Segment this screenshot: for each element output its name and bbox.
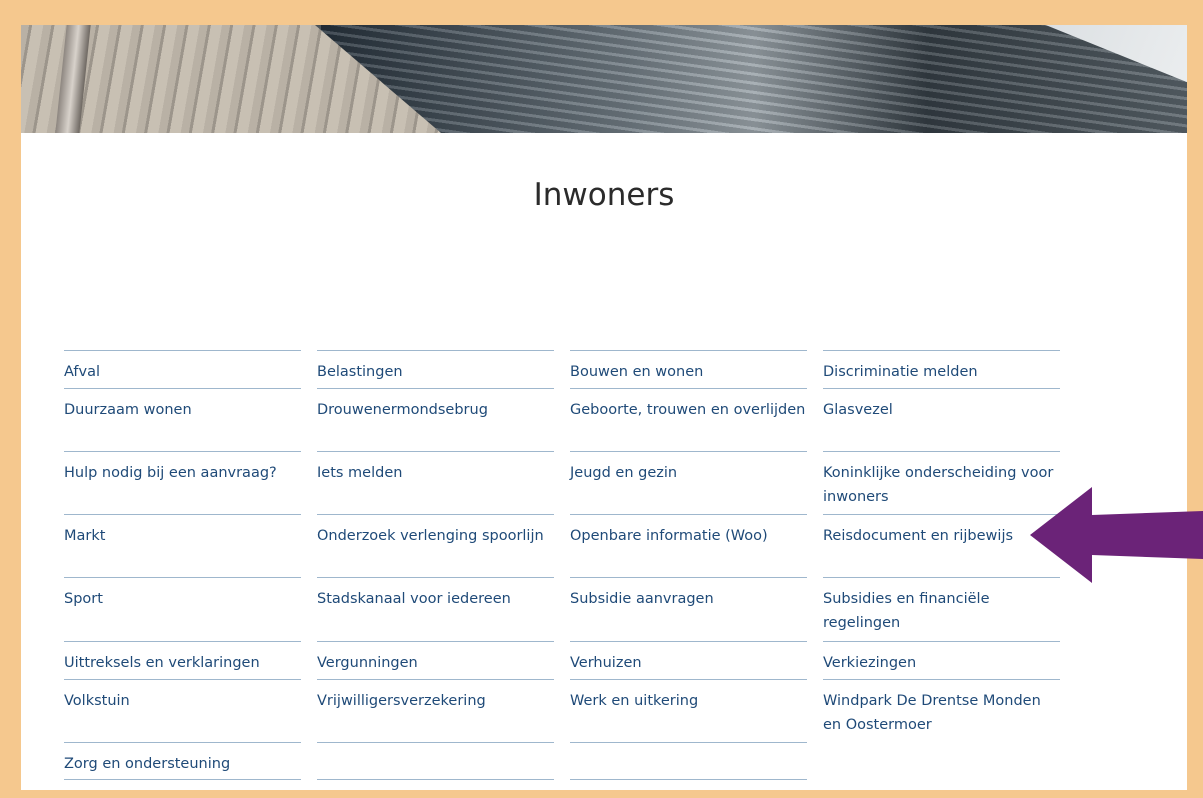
link-uittreksels-en-verklaringen[interactable]: Uittreksels en verklaringen xyxy=(64,651,301,675)
link-cell: Werk en uitkering xyxy=(570,679,807,742)
link-cell: Bouwen en wonen xyxy=(570,350,807,388)
link-cell-empty xyxy=(570,742,807,780)
link-cell: Vergunningen xyxy=(317,641,554,679)
link-cell: Verkiezingen xyxy=(823,641,1060,679)
link-cell: Drouwenermondsebrug xyxy=(317,388,554,451)
page-content: Inwoners Afval Belastingen Bouwen en won… xyxy=(21,25,1187,790)
link-windpark-drentse-monden[interactable]: Windpark De Drentse Monden en Oostermoer xyxy=(823,689,1060,737)
link-duurzaam-wonen[interactable]: Duurzaam wonen xyxy=(64,398,301,422)
link-cell: Discriminatie melden xyxy=(823,350,1060,388)
link-bouwen-en-wonen[interactable]: Bouwen en wonen xyxy=(570,360,807,384)
link-iets-melden[interactable]: Iets melden xyxy=(317,461,554,485)
topic-link-grid: Afval Belastingen Bouwen en wonen Discri… xyxy=(64,350,1084,780)
link-onderzoek-verlenging-spoorlijn[interactable]: Onderzoek verlenging spoorlijn xyxy=(317,524,554,548)
link-cell: Geboorte, trouwen en overlijden xyxy=(570,388,807,451)
link-row: Uittreksels en verklaringen Vergunningen… xyxy=(64,641,1084,679)
link-cell: Uittreksels en verklaringen xyxy=(64,641,301,679)
link-jeugd-en-gezin[interactable]: Jeugd en gezin xyxy=(570,461,807,485)
link-reisdocument-en-rijbewijs[interactable]: Reisdocument en rijbewijs xyxy=(823,524,1060,548)
link-koninklijke-onderscheiding[interactable]: Koninklijke onderscheiding voor inwoners xyxy=(823,461,1060,509)
link-glasvezel[interactable]: Glasvezel xyxy=(823,398,1060,422)
link-cell: Sport xyxy=(64,577,301,641)
link-vrijwilligersverzekering[interactable]: Vrijwilligersverzekering xyxy=(317,689,554,713)
link-cell: Volkstuin xyxy=(64,679,301,742)
link-afval[interactable]: Afval xyxy=(64,360,301,384)
link-volkstuin[interactable]: Volkstuin xyxy=(64,689,301,713)
link-sport[interactable]: Sport xyxy=(64,587,301,611)
link-hulp-nodig[interactable]: Hulp nodig bij een aanvraag? xyxy=(64,461,301,485)
link-cell: Glasvezel xyxy=(823,388,1060,451)
link-row: Duurzaam wonen Drouwenermondsebrug Geboo… xyxy=(64,388,1084,451)
link-cell: Duurzaam wonen xyxy=(64,388,301,451)
link-cell-empty xyxy=(823,742,1060,780)
hero-image xyxy=(21,25,1187,133)
link-cell: Subsidie aanvragen xyxy=(570,577,807,641)
link-werk-en-uitkering[interactable]: Werk en uitkering xyxy=(570,689,807,713)
link-cell: Stadskanaal voor iedereen xyxy=(317,577,554,641)
link-cell: Onderzoek verlenging spoorlijn xyxy=(317,514,554,577)
annotation-arrow-icon xyxy=(1030,487,1203,583)
link-cell: Vrijwilligersverzekering xyxy=(317,679,554,742)
link-stadskanaal-voor-iedereen[interactable]: Stadskanaal voor iedereen xyxy=(317,587,554,611)
link-subsidie-aanvragen[interactable]: Subsidie aanvragen xyxy=(570,587,807,611)
link-cell: Afval xyxy=(64,350,301,388)
link-row: Afval Belastingen Bouwen en wonen Discri… xyxy=(64,350,1084,388)
link-row: Zorg en ondersteuning xyxy=(64,742,1084,780)
link-discriminatie-melden[interactable]: Discriminatie melden xyxy=(823,360,1060,384)
link-verhuizen[interactable]: Verhuizen xyxy=(570,651,807,675)
link-row: Sport Stadskanaal voor iedereen Subsidie… xyxy=(64,577,1084,641)
link-row: Volkstuin Vrijwilligersverzekering Werk … xyxy=(64,679,1084,742)
page-title: Inwoners xyxy=(533,177,675,213)
link-cell: Subsidies en financiële regelingen xyxy=(823,577,1060,641)
link-cell: Koninklijke onderscheiding voor inwoners xyxy=(823,451,1060,514)
link-drouwenermondsebrug[interactable]: Drouwenermondsebrug xyxy=(317,398,554,422)
link-vergunningen[interactable]: Vergunningen xyxy=(317,651,554,675)
link-cell: Belastingen xyxy=(317,350,554,388)
link-row: Hulp nodig bij een aanvraag? Iets melden… xyxy=(64,451,1084,514)
link-verkiezingen[interactable]: Verkiezingen xyxy=(823,651,1060,675)
link-row: Markt Onderzoek verlenging spoorlijn Ope… xyxy=(64,514,1084,577)
link-cell-empty xyxy=(317,742,554,780)
link-cell: Hulp nodig bij een aanvraag? xyxy=(64,451,301,514)
arrow-shape xyxy=(1030,487,1203,583)
link-markt[interactable]: Markt xyxy=(64,524,301,548)
link-cell: Zorg en ondersteuning xyxy=(64,742,301,780)
link-belastingen[interactable]: Belastingen xyxy=(317,360,554,384)
link-cell: Jeugd en gezin xyxy=(570,451,807,514)
link-cell: Openbare informatie (Woo) xyxy=(570,514,807,577)
link-geboorte-trouwen-overlijden[interactable]: Geboorte, trouwen en overlijden xyxy=(570,398,807,422)
link-cell: Markt xyxy=(64,514,301,577)
link-cell: Iets melden xyxy=(317,451,554,514)
link-cell: Verhuizen xyxy=(570,641,807,679)
link-zorg-en-ondersteuning[interactable]: Zorg en ondersteuning xyxy=(64,752,301,776)
link-openbare-informatie[interactable]: Openbare informatie (Woo) xyxy=(570,524,807,548)
link-cell: Windpark De Drentse Monden en Oostermoer xyxy=(823,679,1060,742)
link-cell: Reisdocument en rijbewijs xyxy=(823,514,1060,577)
link-subsidies-financiele-regelingen[interactable]: Subsidies en financiële regelingen xyxy=(823,587,1060,635)
